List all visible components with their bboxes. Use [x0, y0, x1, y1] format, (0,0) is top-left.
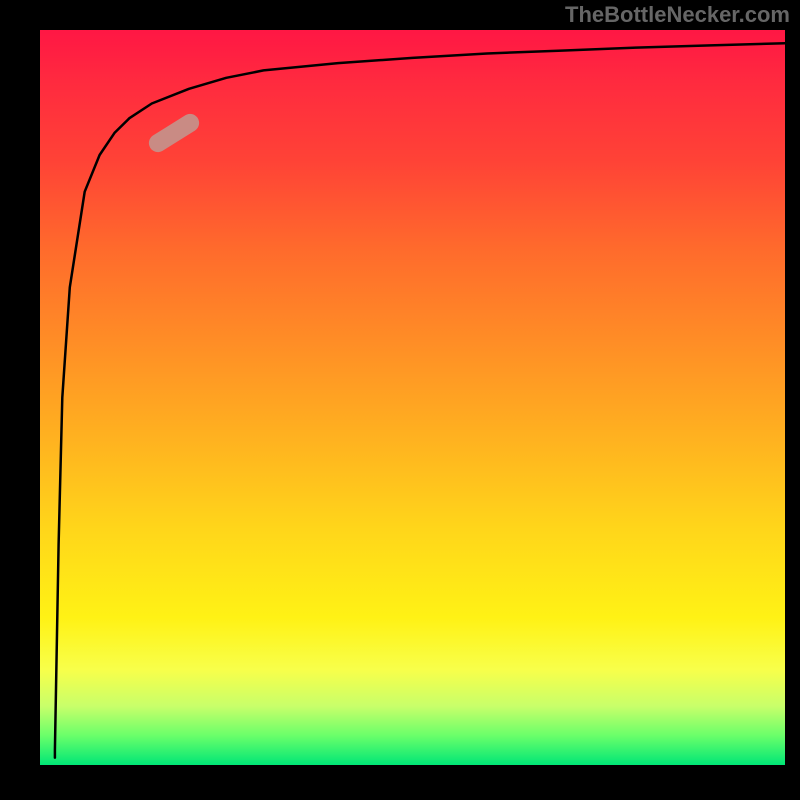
- watermark-text: TheBottleNecker.com: [565, 2, 790, 28]
- bottleneck-curve-path: [55, 43, 785, 757]
- plot-area: [40, 30, 785, 765]
